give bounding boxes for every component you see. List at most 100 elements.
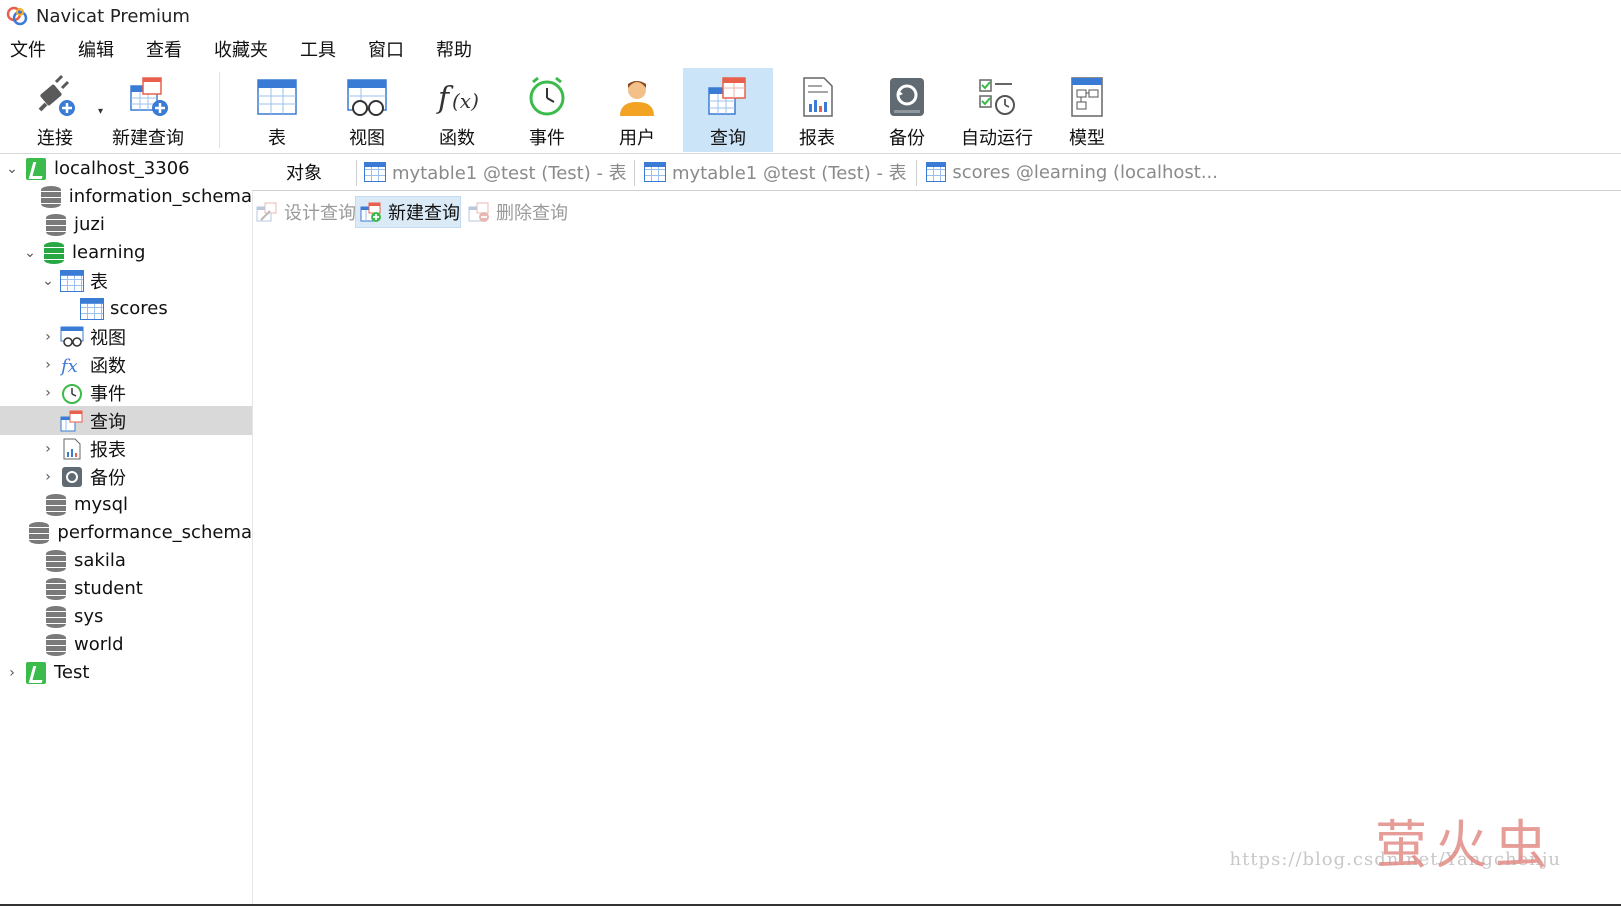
user-button[interactable]: 用户: [592, 68, 682, 152]
connect-button[interactable]: 连接: [10, 68, 100, 152]
tab-objects-label: 对象: [286, 163, 322, 184]
chevron-right-icon[interactable]: ›: [40, 357, 56, 373]
menu-view[interactable]: 查看: [136, 36, 198, 66]
menu-window[interactable]: 窗口: [358, 36, 420, 66]
function-icon: f (x): [434, 74, 480, 120]
new-query-icon: [125, 74, 171, 120]
tab-scores-learning[interactable]: scores @learning (localhost...: [918, 154, 1218, 190]
function-button[interactable]: f (x) 函数: [412, 68, 502, 152]
design-query-button[interactable]: 设计查询: [252, 196, 356, 228]
table-edit-icon: [364, 162, 386, 182]
function-label: 函数: [439, 128, 475, 149]
delete-query-label: 删除查询: [496, 203, 568, 224]
event-button[interactable]: 事件: [502, 68, 592, 152]
tab-divider: [916, 160, 917, 186]
report-icon: [794, 74, 840, 120]
table-icon: [254, 74, 300, 120]
tab-label: mytable1 @test (Test) - 表: [392, 163, 627, 184]
connect-label: 连接: [37, 128, 73, 149]
window-title: Navicat Premium: [36, 5, 190, 27]
table-button[interactable]: 表: [232, 68, 322, 152]
tree-item-queries[interactable]: 查询: [0, 406, 252, 435]
tab-mytable1-test-1[interactable]: mytable1 @test (Test) - 表: [356, 154, 634, 190]
tree-item-label: juzi: [74, 214, 105, 235]
clock-icon: [60, 382, 84, 404]
backup-icon: [60, 466, 84, 488]
tree-item-backups[interactable]: › 备份: [0, 462, 252, 491]
svg-text:(x): (x): [452, 89, 479, 113]
database-icon: [44, 633, 68, 656]
chevron-right-icon[interactable]: ›: [40, 469, 56, 485]
tree-item-performance-schema[interactable]: performance_schema: [0, 518, 252, 547]
automation-label: 自动运行: [961, 128, 1033, 149]
tab-objects[interactable]: 对象: [252, 154, 356, 190]
new-query-toolbar-label: 新建查询: [112, 128, 184, 149]
function-icon: fx: [59, 354, 84, 377]
plug-icon: [32, 74, 78, 120]
tree-item-juzi[interactable]: juzi: [0, 210, 252, 239]
report-icon: [60, 438, 84, 460]
tree-item-sys[interactable]: sys: [0, 602, 252, 631]
chevron-right-icon[interactable]: ›: [40, 441, 56, 457]
menu-file[interactable]: 文件: [0, 36, 62, 66]
query-label: 查询: [710, 128, 746, 149]
menu-tools[interactable]: 工具: [290, 36, 352, 66]
new-query-button[interactable]: 新建查询: [355, 196, 461, 228]
table-icon: [644, 162, 666, 182]
tree-item-scores[interactable]: scores: [0, 294, 252, 323]
tree-item-student[interactable]: student: [0, 574, 252, 603]
database-icon: [44, 493, 68, 516]
tree-item-label: sys: [74, 606, 104, 627]
tree-item-label: 备份: [90, 467, 126, 489]
tab-divider: [634, 160, 635, 186]
delete-query-button[interactable]: 删除查询: [464, 196, 568, 228]
chevron-down-icon[interactable]: ⌄: [4, 161, 20, 177]
chevron-right-icon[interactable]: ›: [40, 329, 56, 345]
title-bar: Navicat Premium: [0, 0, 1621, 32]
tree-item-mysql[interactable]: mysql: [0, 490, 252, 519]
tree-item-learning[interactable]: ⌄ learning: [0, 238, 252, 267]
report-button[interactable]: 报表: [772, 68, 862, 152]
menu-favorites[interactable]: 收藏夹: [204, 36, 284, 66]
menu-help[interactable]: 帮助: [426, 36, 488, 66]
database-open-icon: [42, 241, 66, 264]
model-button[interactable]: 模型: [1042, 68, 1132, 152]
mysql-connection-icon: [24, 157, 48, 180]
tree-item-label: 报表: [90, 439, 126, 461]
menu-edit[interactable]: 编辑: [68, 36, 130, 66]
object-toolbar: 设计查询 新建查询 删除查询: [252, 196, 1621, 228]
tab-mytable1-test-2[interactable]: mytable1 @test (Test) - 表: [636, 154, 916, 190]
tree-item-sakila[interactable]: sakila: [0, 546, 252, 575]
tab-label: scores @learning (localhost...: [952, 161, 1218, 183]
tree-item-reports[interactable]: › 报表: [0, 434, 252, 463]
table-icon: [926, 162, 947, 182]
chevron-down-icon[interactable]: ⌄: [22, 245, 38, 261]
design-query-label: 设计查询: [284, 203, 356, 224]
automation-button[interactable]: 自动运行: [952, 68, 1042, 152]
query-icon: [705, 74, 751, 120]
tree-item-test[interactable]: › Test: [0, 658, 252, 687]
tree-item-label: scores: [110, 298, 168, 319]
table-label: 表: [268, 128, 286, 149]
tree-item-information-schema[interactable]: information_schema: [0, 182, 252, 211]
tree-item-localhost-3306[interactable]: ⌄ localhost_3306: [0, 154, 252, 183]
tree-item-events[interactable]: › 事件: [0, 378, 252, 407]
query-button[interactable]: 查询: [683, 68, 773, 152]
tree-item-views[interactable]: › 视图: [0, 322, 252, 351]
connection-tree: ⌄ localhost_3306 information_schema juzi…: [0, 154, 253, 906]
watermark-text: 萤火虫: [1374, 816, 1555, 876]
table-icon: [60, 269, 84, 292]
chevron-down-icon[interactable]: ⌄: [40, 273, 56, 289]
tree-item-functions[interactable]: › fx 函数: [0, 350, 252, 379]
chevron-right-icon[interactable]: ›: [4, 665, 20, 681]
main-toolbar: 连接 ▾ 新建查询 表 视图 f (x) 函数 事件 用户 查询 报表 备份 自…: [0, 68, 1621, 152]
chevron-right-icon[interactable]: ›: [40, 385, 56, 401]
backup-button[interactable]: 备份: [862, 68, 952, 152]
tree-item-label: information_schema: [68, 186, 252, 207]
tree-item-tables[interactable]: ⌄ 表: [0, 266, 252, 295]
tree-item-label: 查询: [90, 411, 126, 433]
tree-item-world[interactable]: world: [0, 630, 252, 659]
tree-item-label: mysql: [74, 494, 128, 515]
view-button[interactable]: 视图: [322, 68, 412, 152]
new-query-toolbar-button[interactable]: 新建查询: [103, 68, 193, 152]
